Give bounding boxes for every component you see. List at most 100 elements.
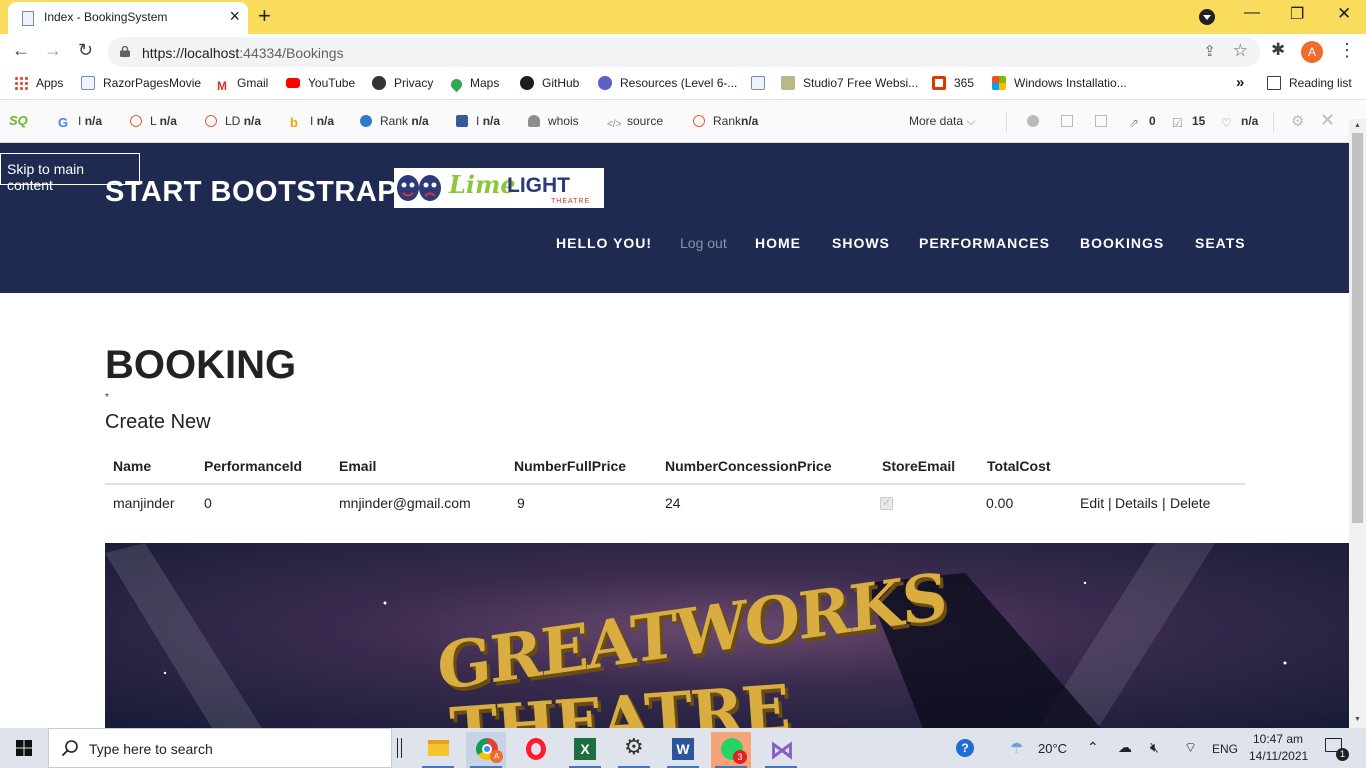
seo-semrush-linkdomains[interactable]: LD n/a bbox=[205, 114, 261, 128]
browser-tab[interactable]: Index - BookingSystem × bbox=[8, 2, 248, 34]
share-icon[interactable]: ⇪ bbox=[1203, 42, 1216, 60]
nav-shows[interactable]: SHOWS bbox=[832, 235, 890, 251]
cell-numberconcessionprice: 24 bbox=[665, 495, 681, 511]
bookmark-youtube[interactable]: YouTube bbox=[286, 76, 355, 90]
input-language[interactable]: ENG bbox=[1212, 742, 1238, 756]
delete-link[interactable]: Delete bbox=[1170, 495, 1210, 511]
bookmark-github[interactable]: GitHub bbox=[520, 76, 579, 90]
bookmark-apps[interactable]: Apps bbox=[14, 76, 63, 90]
seo-alexa-rank[interactable]: Rank n/a bbox=[360, 114, 429, 128]
nav-bookings[interactable]: BOOKINGS bbox=[1080, 235, 1164, 251]
seo-table[interactable] bbox=[1095, 114, 1115, 128]
nav-performances[interactable]: PERFORMANCES bbox=[919, 235, 1050, 251]
tab-search-icon[interactable] bbox=[1199, 9, 1215, 25]
web-page: Skip to main content START BOOTSTRAP Lim… bbox=[0, 143, 1349, 728]
volume-muted-icon[interactable]: 🔇︎ bbox=[1150, 739, 1159, 756]
bookmark-privacy[interactable]: Privacy bbox=[372, 76, 433, 90]
seo-semrush-rank[interactable]: Rankn/a bbox=[693, 114, 758, 128]
clock-date[interactable]: 14/11/2021 bbox=[1249, 749, 1308, 763]
nav-home[interactable]: HOME bbox=[755, 235, 801, 251]
seo-bing-index[interactable]: bI n/a bbox=[290, 114, 334, 129]
bookmark-razorpagesmovie[interactable]: RazorPagesMovie bbox=[81, 76, 201, 90]
window-close-icon[interactable]: ✕ bbox=[1337, 4, 1351, 24]
cell-totalcost: 0.00 bbox=[986, 495, 1014, 511]
taskbar-whatsapp[interactable]: 3 bbox=[711, 732, 751, 768]
bookmark-resources[interactable]: Resources (Level 6-... bbox=[598, 76, 737, 90]
seo-checks[interactable]: ☑ 15 bbox=[1172, 114, 1205, 129]
seo-whois[interactable]: whois bbox=[528, 114, 579, 128]
seo-external-links[interactable]: ⇗ 0 bbox=[1129, 114, 1156, 129]
minimize-icon[interactable]: — bbox=[1244, 4, 1260, 22]
search-icon bbox=[61, 740, 78, 757]
taskbar-opera[interactable] bbox=[516, 732, 556, 768]
chrome-menu-icon[interactable]: ⋮ bbox=[1338, 40, 1356, 61]
taskbar-word[interactable]: W bbox=[663, 732, 703, 768]
tray-overflow-chevron-icon[interactable]: ⌃ bbox=[1087, 739, 1099, 756]
scroll-up-arrow-icon[interactable]: ▲ bbox=[1354, 122, 1361, 129]
seoquake-logo-icon[interactable]: SQ bbox=[9, 113, 28, 128]
bookmark-unnamed[interactable] bbox=[751, 76, 773, 90]
seo-monitor[interactable] bbox=[1061, 114, 1081, 128]
forward-arrow-icon[interactable]: → bbox=[44, 40, 62, 61]
wifi-icon[interactable]: ⌔ bbox=[1184, 739, 1197, 757]
checkbox-icon: ☑ bbox=[1172, 116, 1183, 130]
extensions-puzzle-icon[interactable]: ✱ bbox=[1271, 40, 1285, 60]
onedrive-error-icon[interactable]: ☁ bbox=[1118, 739, 1132, 756]
notification-count-badge: 1 bbox=[1336, 748, 1349, 761]
create-new-link[interactable]: Create New bbox=[105, 411, 211, 434]
taskbar-chrome[interactable]: A bbox=[466, 732, 506, 768]
seo-google-index[interactable]: GI n/a bbox=[58, 114, 102, 129]
seo-settings-gear-icon[interactable]: ⚙ bbox=[1291, 112, 1304, 130]
nav-hello-user[interactable]: HELLO YOU! bbox=[556, 235, 652, 251]
nav-seats[interactable]: SEATS bbox=[1195, 235, 1246, 251]
seo-source[interactable]: </> source bbox=[607, 114, 663, 131]
taskbar-excel[interactable]: X bbox=[565, 732, 605, 768]
scroll-down-arrow-icon[interactable]: ▼ bbox=[1354, 716, 1361, 723]
required-asterisk: * bbox=[105, 392, 109, 403]
bookmark-maps[interactable]: Maps bbox=[448, 76, 499, 93]
task-view-icon[interactable] bbox=[397, 738, 402, 758]
seo-health[interactable]: ♡ n/a bbox=[1221, 114, 1258, 129]
action-separator: | bbox=[1162, 495, 1166, 511]
close-tab-icon[interactable]: × bbox=[229, 6, 240, 27]
weather-temperature[interactable]: 20°C bbox=[1038, 741, 1067, 756]
windows-start-icon[interactable] bbox=[16, 740, 32, 756]
seo-facebook[interactable]: I n/a bbox=[456, 114, 500, 128]
profile-avatar[interactable]: A bbox=[1301, 41, 1323, 63]
taskbar-file-explorer[interactable] bbox=[418, 732, 458, 768]
clock-time[interactable]: 10:47 am bbox=[1253, 732, 1303, 746]
back-arrow-icon[interactable]: ← bbox=[12, 40, 30, 61]
reading-list-button[interactable]: Reading list bbox=[1267, 76, 1352, 90]
edit-link[interactable]: Edit bbox=[1080, 495, 1104, 511]
semrush-ring-icon bbox=[205, 115, 217, 127]
scrollbar-thumb[interactable] bbox=[1352, 133, 1363, 523]
seo-more-data-dropdown[interactable]: More data ⌵ bbox=[909, 114, 975, 129]
bookmarks-overflow-chevron-icon[interactable]: » bbox=[1236, 74, 1244, 91]
limelight-logo[interactable]: Lime LIGHT THEATRE bbox=[394, 168, 604, 208]
restore-icon[interactable]: ❐ bbox=[1290, 4, 1304, 24]
weather-rain-icon[interactable]: ☂ bbox=[1010, 739, 1023, 757]
bookmark-windows-installation[interactable]: Windows Installatio... bbox=[992, 76, 1127, 90]
store-email-checkbox bbox=[880, 496, 893, 510]
page-icon bbox=[81, 76, 95, 90]
page-scrollbar[interactable]: ▲ ▼ bbox=[1349, 119, 1366, 728]
cell-numberfullprice: 9 bbox=[517, 495, 525, 511]
nav-logout-link[interactable]: Log out bbox=[680, 235, 727, 251]
brand-title[interactable]: START BOOTSTRAP bbox=[105, 176, 397, 209]
taskbar-visual-studio[interactable]: ⋈ bbox=[761, 732, 801, 768]
bookmark-star-icon[interactable]: ☆ bbox=[1233, 41, 1248, 61]
bookmark-gmail[interactable]: M Gmail bbox=[215, 76, 268, 93]
reload-icon[interactable]: ↻ bbox=[78, 40, 93, 61]
new-tab-icon[interactable]: + bbox=[258, 3, 271, 29]
bookmark-studio7[interactable]: Studio7 Free Websi... bbox=[781, 76, 918, 90]
address-bar[interactable]: https://localhost:44334/Bookings ⇪ ☆ bbox=[108, 37, 1260, 67]
details-link[interactable]: Details bbox=[1115, 495, 1158, 511]
taskbar-settings[interactable]: ⚙ bbox=[614, 732, 654, 768]
seo-info[interactable] bbox=[1027, 114, 1047, 128]
seo-semrush-links[interactable]: L n/a bbox=[130, 114, 177, 128]
google-icon: G bbox=[58, 115, 69, 130]
taskbar-search-box[interactable]: Type here to search bbox=[48, 728, 392, 768]
help-icon[interactable]: ? bbox=[956, 739, 974, 757]
bookmark-365[interactable]: 365 bbox=[932, 76, 974, 90]
seo-close-icon[interactable]: ✕ bbox=[1320, 110, 1335, 131]
